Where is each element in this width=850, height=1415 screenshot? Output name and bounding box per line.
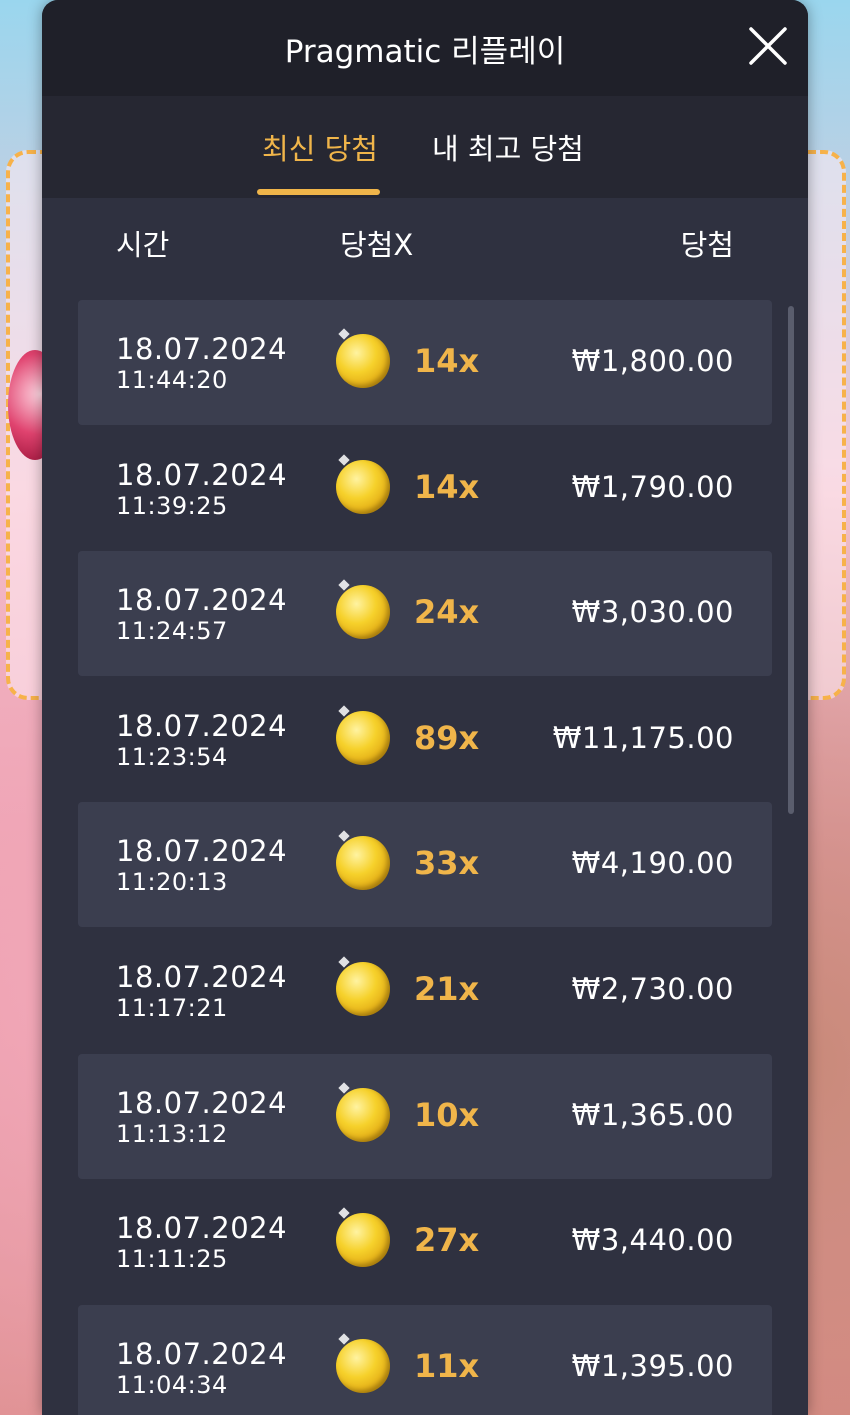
active-tab-indicator — [257, 189, 380, 195]
tab-my-best-wins[interactable]: 내 최고 당첨 — [432, 126, 584, 168]
tab-latest-wins[interactable]: 최신 당첨 — [258, 126, 382, 168]
table-header: 시간 당첨X 당첨 — [42, 198, 808, 282]
row-time: 11:17:21 — [116, 993, 228, 1022]
coin-icon — [336, 1213, 390, 1268]
column-header-multiplier: 당첨X — [340, 228, 414, 262]
row-multiplier: 27x — [414, 1221, 480, 1260]
coin-icon — [336, 710, 390, 765]
row-time: 11:44:20 — [116, 366, 228, 394]
table-row[interactable]: 18.07.2024 11:13:12 10x ₩1,365.00 — [78, 1053, 772, 1179]
row-multiplier: 24x — [414, 593, 480, 632]
table-row[interactable]: 18.07.2024 11:20:13 33x ₩4,190.00 — [78, 802, 772, 928]
row-date: 18.07.2024 — [116, 583, 288, 618]
row-date: 18.07.2024 — [116, 1336, 288, 1371]
table-row[interactable]: 18.07.2024 11:11:25 27x ₩3,440.00 — [78, 1179, 772, 1304]
coin-icon — [336, 334, 390, 388]
row-win-amount: ₩3,030.00 — [571, 595, 734, 630]
row-time: 11:11:25 — [116, 1245, 228, 1274]
close-icon — [749, 27, 787, 65]
row-multiplier: 14x — [414, 467, 480, 506]
row-win-amount: ₩1,395.00 — [571, 1348, 734, 1383]
row-date: 18.07.2024 — [116, 332, 288, 366]
row-win-amount: ₩1,790.00 — [571, 469, 734, 504]
row-multiplier: 14x — [414, 342, 480, 380]
row-multiplier: 89x — [414, 718, 480, 757]
row-time: 11:20:13 — [116, 868, 228, 897]
dialog-title: Pragmatic 리플레이 — [284, 34, 566, 70]
dialog-header: Pragmatic 리플레이 — [42, 0, 808, 96]
table-row[interactable]: 18.07.2024 11:24:57 24x ₩3,030.00 — [78, 551, 772, 677]
row-date: 18.07.2024 — [116, 457, 288, 492]
row-date: 18.07.2024 — [116, 834, 288, 869]
coin-icon — [336, 961, 390, 1016]
row-multiplier: 10x — [414, 1095, 480, 1134]
row-win-amount: ₩1,800.00 — [571, 344, 734, 378]
table-row[interactable]: 18.07.2024 11:04:34 11x ₩1,395.00 — [78, 1304, 772, 1415]
row-date: 18.07.2024 — [116, 1211, 288, 1246]
coin-icon — [336, 585, 390, 640]
row-date: 18.07.2024 — [116, 1085, 288, 1120]
replay-dialog: Pragmatic 리플레이 최신 당첨 내 최고 당첨 시간 당첨X 당첨 1… — [42, 0, 808, 1415]
row-win-amount: ₩1,365.00 — [571, 1097, 734, 1132]
row-win-amount: ₩4,190.00 — [571, 846, 734, 881]
row-win-amount: ₩3,440.00 — [571, 1223, 734, 1258]
coin-icon — [336, 1087, 390, 1142]
row-date: 18.07.2024 — [116, 708, 288, 743]
row-win-amount: ₩11,175.00 — [552, 720, 734, 755]
table-row[interactable]: 18.07.2024 11:23:54 89x ₩11,175.00 — [78, 677, 772, 802]
table-row[interactable]: 18.07.2024 11:44:20 14x ₩1,800.00 — [78, 300, 772, 425]
row-time: 11:39:25 — [116, 491, 228, 520]
row-time: 11:13:12 — [116, 1119, 228, 1148]
row-time: 11:23:54 — [116, 742, 228, 771]
row-multiplier: 33x — [414, 844, 480, 883]
wins-list[interactable]: 18.07.2024 11:44:20 14x ₩1,800.00 18.07.2024… — [78, 300, 772, 1415]
tab-bar: 최신 당첨 내 최고 당첨 — [42, 96, 808, 198]
coin-icon — [336, 459, 390, 514]
column-header-win: 당첨 — [680, 228, 734, 262]
row-time: 11:24:57 — [116, 617, 228, 646]
table-row[interactable]: 18.07.2024 11:17:21 21x ₩2,730.00 — [78, 928, 772, 1053]
coin-icon — [336, 1338, 390, 1393]
row-multiplier: 11x — [414, 1346, 480, 1385]
close-button[interactable] — [748, 26, 788, 66]
row-win-amount: ₩2,730.00 — [571, 971, 734, 1006]
column-header-time: 시간 — [116, 228, 170, 262]
table-row[interactable]: 18.07.2024 11:39:25 14x ₩1,790.00 — [78, 426, 772, 551]
row-time: 11:04:34 — [116, 1370, 228, 1399]
row-date: 18.07.2024 — [116, 959, 288, 994]
coin-icon — [336, 836, 390, 891]
scrollbar[interactable] — [788, 306, 794, 814]
row-multiplier: 21x — [414, 969, 480, 1008]
